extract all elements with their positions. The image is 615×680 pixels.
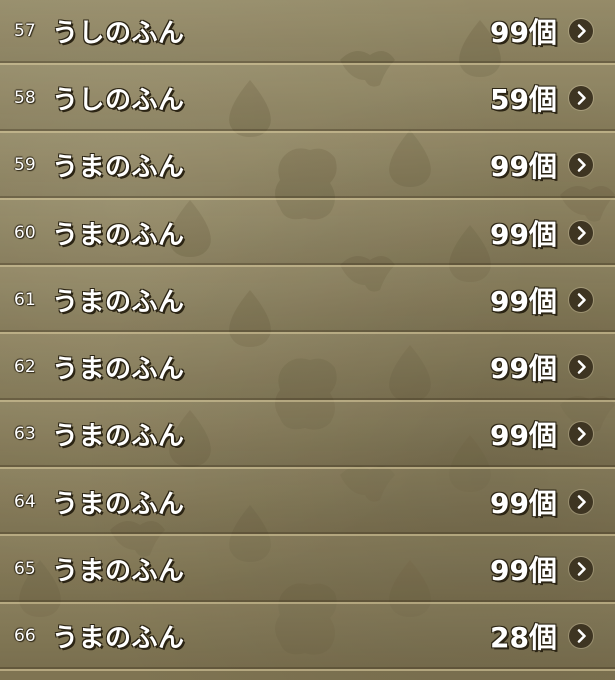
item-name: うまのふん [52, 220, 185, 251]
item-bag-screen: 57 うしのふん 99個 58 うしのふん 59個 59 うまのふん 99個 6… [0, 0, 615, 680]
item-name: うまのふん [52, 489, 185, 520]
item-quantity: 99個 [490, 217, 557, 251]
item-quantity: 99個 [490, 419, 557, 453]
item-number: 64 [14, 491, 36, 512]
item-row[interactable]: 65 うまのふん 99個 [0, 536, 615, 604]
item-number: 60 [14, 222, 36, 243]
chevron-right-icon[interactable] [569, 489, 593, 514]
item-quantity: 28個 [490, 621, 557, 655]
item-name: うしのふん [52, 85, 185, 116]
chevron-right-icon[interactable] [569, 18, 593, 43]
item-row[interactable]: 57 うしのふん 99個 [0, 0, 615, 66]
item-name: うまのふん [52, 421, 185, 452]
item-quantity: 99個 [490, 352, 557, 386]
chevron-right-icon[interactable] [569, 624, 593, 649]
item-quantity: 59個 [490, 82, 557, 116]
item-row[interactable]: 66 うまのふん 28個 [0, 603, 615, 671]
item-number: 58 [14, 87, 36, 108]
item-row[interactable]: 64 うまのふん 99個 [0, 469, 615, 537]
chevron-right-icon[interactable] [569, 422, 593, 447]
item-number: 63 [14, 424, 36, 445]
item-name: うまのふん [52, 287, 185, 318]
item-name: うまのふん [52, 152, 185, 183]
item-row[interactable]: 59 うまのふん 99個 [0, 132, 615, 200]
item-number: 66 [14, 626, 36, 647]
item-quantity: 99個 [490, 554, 557, 588]
item-name: うまのふん [52, 354, 185, 385]
item-quantity: 99個 [490, 15, 557, 49]
item-quantity: 99個 [490, 284, 557, 318]
item-number: 61 [14, 289, 36, 310]
item-number: 65 [14, 559, 36, 580]
item-name: うしのふん [52, 18, 185, 49]
item-name: うまのふん [52, 556, 185, 587]
item-row[interactable]: 63 うまのふん 99個 [0, 401, 615, 470]
item-list: 57 うしのふん 99個 58 うしのふん 59個 59 うまのふん 99個 6… [0, 0, 615, 671]
item-row[interactable]: 62 うまのふん 99個 [0, 334, 615, 402]
chevron-right-icon[interactable] [569, 153, 593, 178]
item-number: 59 [14, 155, 36, 176]
item-number: 57 [14, 20, 36, 41]
chevron-right-icon[interactable] [569, 355, 593, 380]
item-row[interactable]: 58 うしのふん 59個 [0, 65, 615, 133]
chevron-right-icon[interactable] [569, 287, 593, 312]
item-number: 62 [14, 357, 36, 378]
item-row[interactable]: 60 うまのふん 99個 [0, 199, 615, 268]
item-row[interactable]: 61 うまのふん 99個 [0, 267, 615, 335]
item-quantity: 99個 [490, 486, 557, 520]
chevron-right-icon[interactable] [569, 557, 593, 582]
item-quantity: 99個 [490, 150, 557, 184]
chevron-right-icon[interactable] [569, 220, 593, 245]
chevron-right-icon[interactable] [569, 85, 593, 110]
item-name: うまのふん [52, 623, 185, 654]
